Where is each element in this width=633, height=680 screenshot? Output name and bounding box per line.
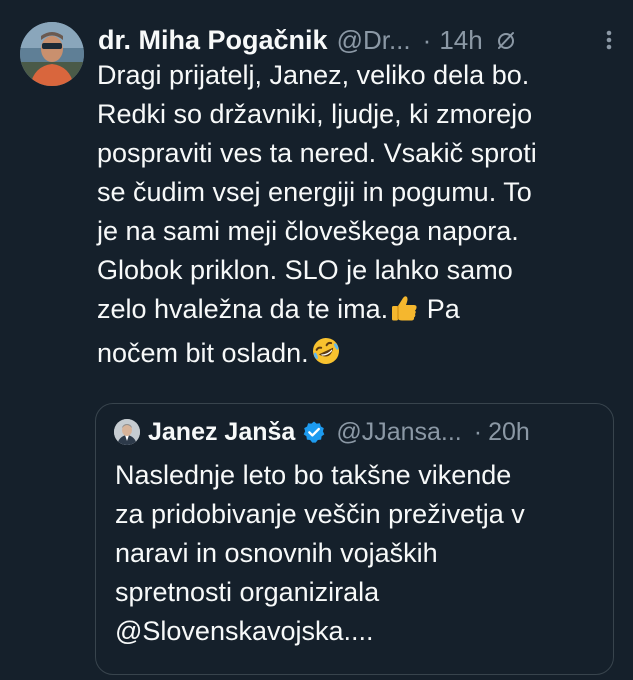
quoted-tweet-header: Janez Janša @JJansa... · 20h (148, 414, 605, 450)
author-handle[interactable]: @Dr... (337, 25, 411, 56)
tweet-text-segment: Pa (419, 294, 460, 324)
tweet-header: dr. Miha Pogačnik @Dr... · 14h (98, 20, 619, 60)
author-avatar[interactable] (20, 22, 84, 86)
quoted-tweet[interactable]: Janez Janša @JJansa... · 20h Naslednje l… (95, 403, 614, 675)
tweet-text-line: pospraviti ves ta nered. Vsakič sproti (97, 138, 537, 168)
thumbs-up-emoji-icon (389, 293, 419, 334)
tweet-text-line: Dragi prijatelj, Janez, veliko dela bo. (97, 60, 530, 90)
author-name[interactable]: dr. Miha Pogačnik (98, 25, 328, 56)
tweet-text-line: nočem bit osladn. (97, 334, 622, 378)
quoted-author-name[interactable]: Janez Janša (148, 418, 295, 447)
quoted-author-avatar[interactable] (114, 419, 140, 445)
tweet-text-line: Redki so državniki, ljudje, ki zmorejo (97, 99, 533, 129)
tweet-text-line: se čudim vsej energiji in pogumu. To (97, 177, 532, 207)
separator-dot: · (473, 417, 483, 446)
quoted-tweet-timestamp[interactable]: 20h (488, 418, 530, 447)
quoted-author-handle[interactable]: @JJansa... (336, 418, 461, 447)
verified-badge-icon[interactable] (302, 420, 326, 444)
tweet-text-line: zelo hvaležna da te ima. Pa (97, 290, 622, 334)
separator-dot: · (422, 24, 432, 55)
avatar-image (20, 22, 84, 86)
quoted-avatar-image (114, 419, 140, 445)
rolling-on-floor-laughing-emoji-icon (310, 335, 342, 378)
tweet-text: Dragi prijatelj, Janez, veliko dela bo. R… (97, 56, 622, 378)
more-options-icon[interactable] (599, 25, 619, 55)
edit-history-icon[interactable] (495, 29, 517, 51)
tweet[interactable]: dr. Miha Pogačnik @Dr... · 14h Dragi pri… (0, 0, 633, 680)
quoted-tweet-text: Naslednje leto bo takšne vikende za prid… (115, 460, 525, 646)
tweet-text-line: Globok priklon. SLO je lahko samo (97, 255, 513, 285)
tweet-text-segment: nočem bit osladn. (97, 338, 309, 368)
tweet-timestamp[interactable]: 14h (439, 25, 482, 56)
tweet-text-segment: zelo hvaležna da te ima. (97, 294, 389, 324)
tweet-text-line: je na sami meji človeškega napora. (97, 216, 519, 246)
